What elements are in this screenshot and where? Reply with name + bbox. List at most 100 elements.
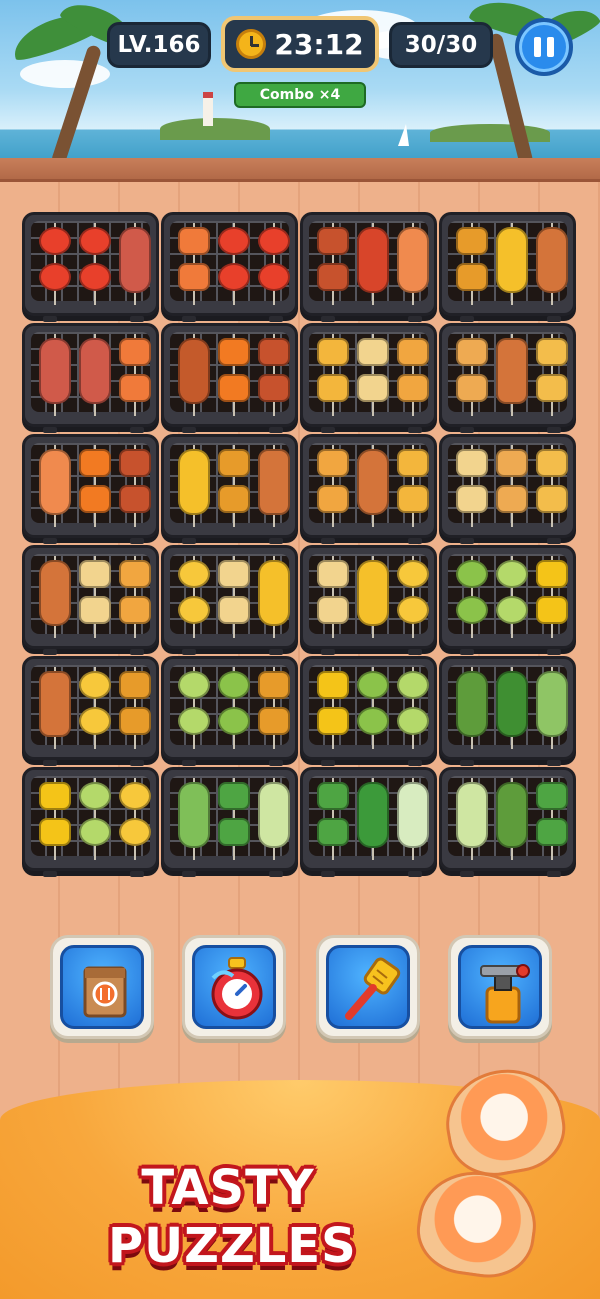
bacon-skewer[interactable] bbox=[37, 334, 73, 416]
toast-skewer[interactable] bbox=[355, 334, 391, 416]
hotdog-skewer[interactable] bbox=[355, 445, 391, 527]
tomato-skewer[interactable] bbox=[37, 223, 73, 305]
pause-button[interactable] bbox=[515, 18, 573, 76]
squid-skewer[interactable] bbox=[176, 334, 212, 416]
stopwatch-powerup-button[interactable] bbox=[182, 935, 286, 1039]
sausage-skewer[interactable] bbox=[117, 445, 153, 527]
pineapple-skewer[interactable] bbox=[77, 667, 113, 749]
pumpkin-skewer[interactable] bbox=[216, 445, 252, 527]
bacon-skewer[interactable] bbox=[77, 334, 113, 416]
pineapple-skewer[interactable] bbox=[176, 556, 212, 638]
pumpkin-skewer[interactable] bbox=[256, 667, 292, 749]
grill-slot[interactable] bbox=[161, 767, 298, 877]
grill-slot[interactable] bbox=[161, 434, 298, 544]
spatula-powerup-button[interactable] bbox=[316, 935, 420, 1039]
grill-slot[interactable] bbox=[161, 656, 298, 766]
pineapple-skewer[interactable] bbox=[117, 778, 153, 860]
bun-skewer[interactable] bbox=[494, 445, 530, 527]
pizza-skewer[interactable] bbox=[117, 556, 153, 638]
hotdog-twist-skewer[interactable] bbox=[494, 334, 530, 416]
bun-skewer[interactable] bbox=[454, 334, 490, 416]
cake-skewer[interactable] bbox=[534, 334, 570, 416]
blowtorch-powerup-button[interactable] bbox=[448, 935, 552, 1039]
cabbage-skewer[interactable] bbox=[256, 778, 292, 860]
okra-skewer[interactable] bbox=[355, 778, 391, 860]
grill-slot[interactable] bbox=[300, 767, 437, 877]
egg-skewer[interactable] bbox=[216, 667, 252, 749]
lettuce-skewer[interactable] bbox=[176, 778, 212, 860]
corn-skewer[interactable] bbox=[355, 556, 391, 638]
egg-skewer[interactable] bbox=[355, 667, 391, 749]
toast-skewer[interactable] bbox=[315, 556, 351, 638]
hotdog-skewer[interactable] bbox=[37, 556, 73, 638]
salmon-skewer[interactable] bbox=[395, 223, 431, 305]
sausage-skewer[interactable] bbox=[256, 334, 292, 416]
cucumber-skewer[interactable] bbox=[494, 556, 530, 638]
bacon-skewer[interactable] bbox=[117, 223, 153, 305]
takeout-bag-powerup-button[interactable] bbox=[50, 935, 154, 1039]
grill-slot[interactable] bbox=[439, 323, 576, 433]
broccoli-skewer[interactable] bbox=[494, 667, 530, 749]
asparagus-skewer[interactable] bbox=[494, 778, 530, 860]
corn-skewer[interactable] bbox=[176, 445, 212, 527]
shrimp-skewer[interactable] bbox=[176, 223, 212, 305]
grill-slot[interactable] bbox=[300, 545, 437, 655]
scallion-skewer[interactable] bbox=[395, 778, 431, 860]
toast-skewer[interactable] bbox=[216, 556, 252, 638]
egg-skewer[interactable] bbox=[454, 556, 490, 638]
tomato-vine-skewer[interactable] bbox=[256, 223, 292, 305]
corn-skewer[interactable] bbox=[494, 223, 530, 305]
pumpkin-skewer[interactable] bbox=[117, 667, 153, 749]
cucumber-skewer[interactable] bbox=[176, 667, 212, 749]
pumpkin-skewer[interactable] bbox=[454, 223, 490, 305]
edamame-skewer[interactable] bbox=[315, 778, 351, 860]
pizza-skewer[interactable] bbox=[315, 445, 351, 527]
toast-skewer[interactable] bbox=[77, 556, 113, 638]
grill-slot[interactable] bbox=[300, 434, 437, 544]
edamame-skewer[interactable] bbox=[534, 778, 570, 860]
cabbage-skewer[interactable] bbox=[454, 778, 490, 860]
cucumber-skewer[interactable] bbox=[395, 667, 431, 749]
shrimp-skewer[interactable] bbox=[117, 334, 153, 416]
hotdog-twist-skewer[interactable] bbox=[37, 667, 73, 749]
grill-slot[interactable] bbox=[439, 545, 576, 655]
grill-slot[interactable] bbox=[22, 323, 159, 433]
pepper-skewer[interactable] bbox=[315, 667, 351, 749]
grill-slot[interactable] bbox=[22, 434, 159, 544]
carrot-skewer[interactable] bbox=[77, 445, 113, 527]
pizza-skewer[interactable] bbox=[395, 334, 431, 416]
grill-slot[interactable] bbox=[439, 767, 576, 877]
hotdog-twist-skewer[interactable] bbox=[256, 445, 292, 527]
grill-slot[interactable] bbox=[161, 545, 298, 655]
taco-skewer[interactable] bbox=[315, 334, 351, 416]
pepper-skewer[interactable] bbox=[534, 556, 570, 638]
pineapple-skewer[interactable] bbox=[395, 556, 431, 638]
grill-slot[interactable] bbox=[300, 323, 437, 433]
salmon-skewer[interactable] bbox=[37, 445, 73, 527]
grill-slot[interactable] bbox=[439, 656, 576, 766]
taco-skewer[interactable] bbox=[395, 445, 431, 527]
grill-slot[interactable] bbox=[161, 212, 298, 322]
grill-slot[interactable] bbox=[22, 545, 159, 655]
cake-skewer[interactable] bbox=[534, 445, 570, 527]
grill-slot[interactable] bbox=[22, 656, 159, 766]
cucumber-skewer[interactable] bbox=[77, 778, 113, 860]
corn-skewer[interactable] bbox=[256, 556, 292, 638]
sausage-skewer[interactable] bbox=[315, 223, 351, 305]
tomato-vine-skewer[interactable] bbox=[77, 223, 113, 305]
toast-skewer[interactable] bbox=[454, 445, 490, 527]
grill-slot[interactable] bbox=[300, 656, 437, 766]
asparagus-skewer[interactable] bbox=[454, 667, 490, 749]
lobster-skewer[interactable] bbox=[355, 223, 391, 305]
grill-slot[interactable] bbox=[439, 434, 576, 544]
celery-skewer[interactable] bbox=[534, 667, 570, 749]
grill-slot[interactable] bbox=[22, 212, 159, 322]
pepper-skewer[interactable] bbox=[37, 778, 73, 860]
grill-slot[interactable] bbox=[161, 323, 298, 433]
tomato-skewer[interactable] bbox=[216, 223, 252, 305]
grill-slot[interactable] bbox=[300, 212, 437, 322]
grill-slot[interactable] bbox=[439, 212, 576, 322]
hotdog-skewer[interactable] bbox=[534, 223, 570, 305]
grill-slot[interactable] bbox=[22, 767, 159, 877]
edamame-skewer[interactable] bbox=[216, 778, 252, 860]
